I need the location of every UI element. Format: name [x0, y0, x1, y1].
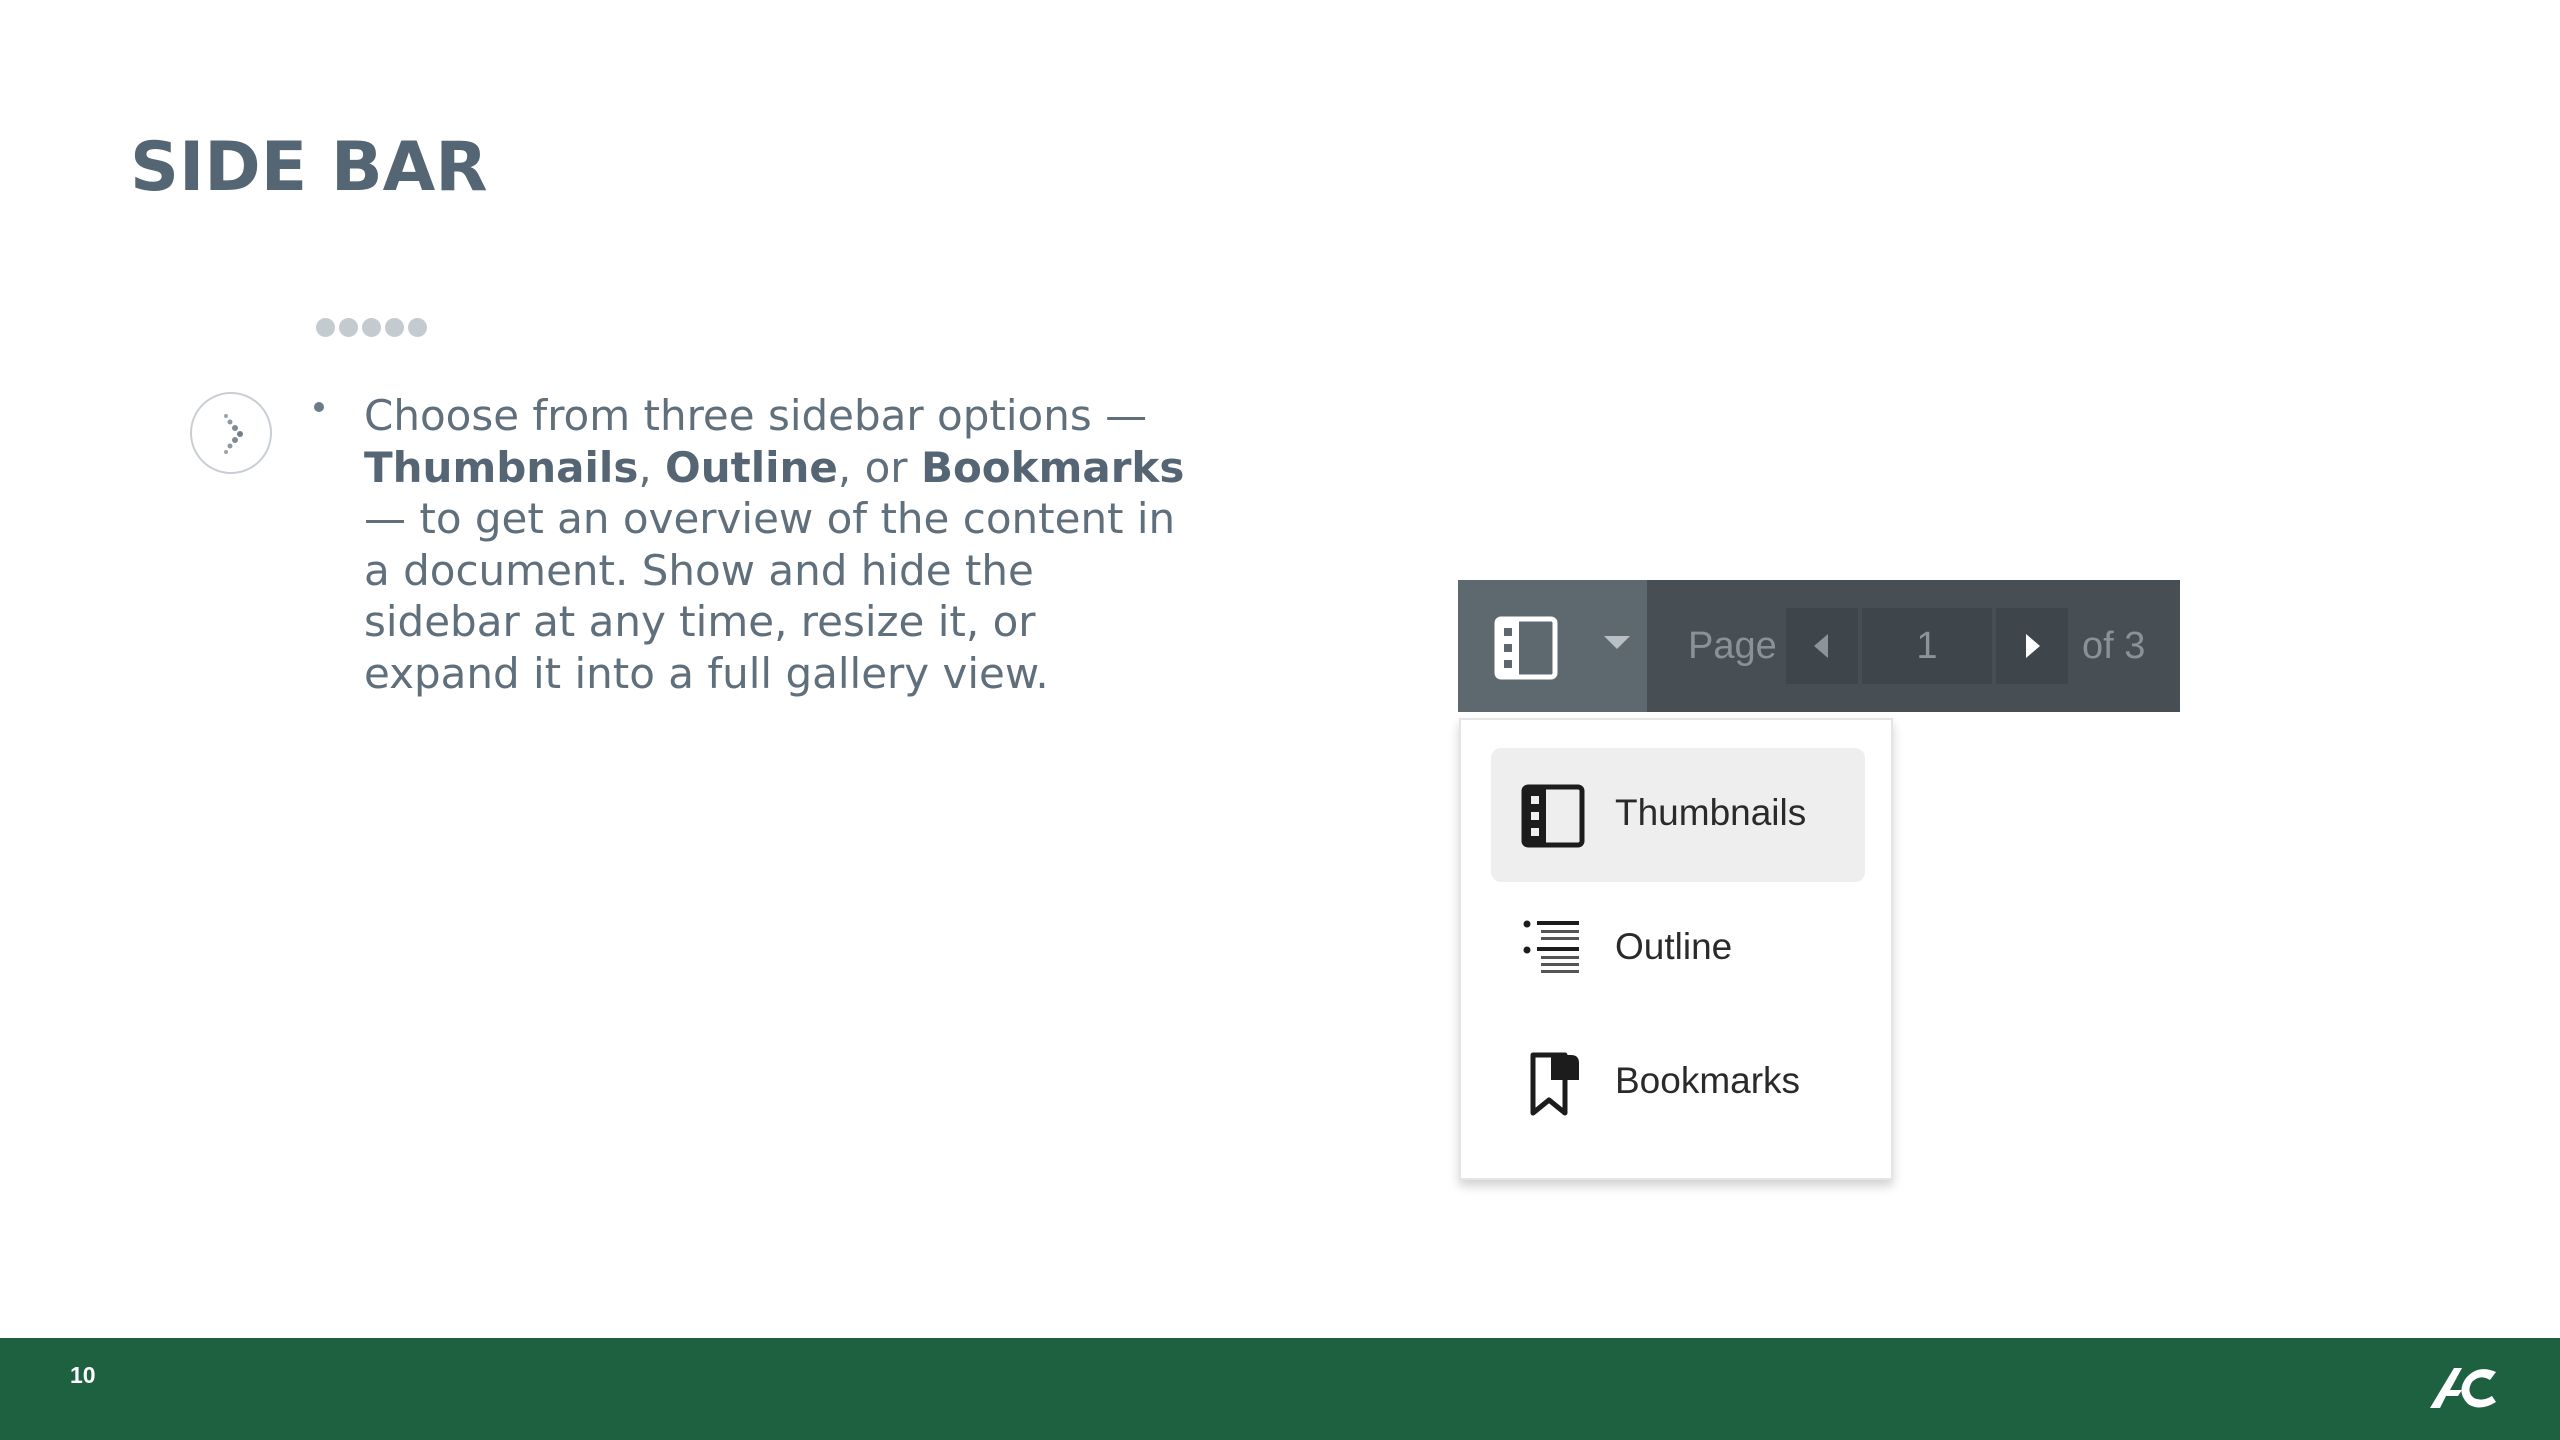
menu-item-thumbnails[interactable]: Thumbnails [1491, 748, 1865, 882]
chevron-down-icon [1604, 636, 1630, 655]
option-thumbnails: Thumbnails [364, 442, 639, 492]
chevron-left-icon [1814, 634, 1828, 658]
dot [385, 318, 404, 337]
pdf-toolbar: Page 1 of 3 [1458, 580, 2180, 712]
footer-bar: 10 [0, 1338, 2560, 1440]
page-total: of 3 [2082, 625, 2146, 667]
chevron-right-icon [2026, 634, 2040, 658]
menu-item-outline[interactable]: Outline [1491, 882, 1865, 1016]
slide-title: SIDE BAR [130, 128, 488, 207]
page-number-input[interactable]: 1 [1862, 608, 1992, 684]
page-label: Page [1688, 625, 1777, 667]
slide-number: 10 [70, 1362, 96, 1388]
menu-item-label: Outline [1615, 926, 1733, 967]
sidebar-toggle-button[interactable] [1458, 580, 1647, 712]
sidebar-options-menu: Thumbnails Outline Bookmarks [1459, 718, 1893, 1180]
rest-text: — to get an overview of the content in a… [364, 494, 1176, 698]
dot [339, 318, 358, 337]
dot [408, 318, 427, 337]
thumbnails-icon [1521, 784, 1585, 848]
separator: , [638, 442, 652, 492]
menu-item-label: Bookmarks [1615, 1060, 1801, 1101]
separator: , or [837, 442, 908, 492]
bullet-dot [314, 402, 324, 412]
option-bookmarks: Bookmarks [920, 442, 1185, 492]
logo-icon [2428, 1362, 2500, 1418]
menu-item-label: Thumbnails [1615, 792, 1807, 833]
sidebar-icon [1494, 616, 1558, 685]
dot [362, 318, 381, 337]
slide: SIDE BAR Choose from three sidebar optio… [0, 0, 2560, 1440]
option-outline: Outline [665, 442, 838, 492]
pointer-icon [190, 392, 272, 474]
menu-item-bookmarks[interactable]: Bookmarks [1491, 1016, 1865, 1150]
dot [316, 318, 335, 337]
intro-text: Choose from three sidebar options — [364, 391, 1148, 440]
outline-icon [1521, 918, 1585, 982]
bookmark-icon [1521, 1052, 1585, 1116]
progress-dots [316, 318, 427, 337]
next-page-button[interactable] [1996, 608, 2068, 684]
bullet-text: Choose from three sidebar options — Thum… [364, 390, 1194, 699]
previous-page-button[interactable] [1786, 608, 1858, 684]
